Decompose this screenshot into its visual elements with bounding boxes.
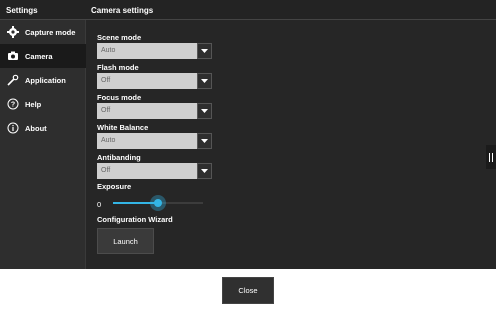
white-balance-label: White Balance: [97, 123, 149, 132]
drawer-handle[interactable]: [486, 145, 496, 169]
sidebar-item-about[interactable]: About: [0, 116, 86, 140]
gear-icon: [6, 25, 20, 39]
launch-button[interactable]: Launch: [97, 228, 154, 254]
exposure-value: 0: [97, 200, 102, 209]
camera-icon: [6, 49, 20, 63]
exposure-slider-thumb[interactable]: [150, 195, 166, 211]
scene-mode-select[interactable]: Auto: [97, 43, 212, 59]
focus-mode-label: Focus mode: [97, 93, 142, 102]
close-button[interactable]: Close: [222, 277, 274, 304]
chevron-down-icon: [197, 43, 212, 59]
scene-mode-value: Auto: [101, 47, 116, 54]
chevron-down-icon: [197, 133, 212, 149]
antibanding-select[interactable]: Off: [97, 163, 212, 179]
sidebar-item-label: Help: [25, 99, 42, 109]
settings-window: Settings Camera settings Capture mode Ca…: [0, 0, 496, 269]
handle-grip-icon: [488, 152, 491, 162]
sidebar-item-label: Capture mode: [25, 27, 76, 37]
sidebar-item-help[interactable]: ? Help: [0, 92, 86, 116]
info-icon: [6, 121, 20, 135]
flash-mode-value: Off: [101, 77, 111, 84]
chevron-down-icon: [197, 73, 212, 89]
camera-settings-panel: Scene mode Auto Flash mode Off Focus mod…: [86, 20, 496, 269]
sidebar: Capture mode Camera Application ? Help A…: [0, 20, 86, 269]
svg-text:?: ?: [11, 102, 15, 109]
sidebar-item-capture-mode[interactable]: Capture mode: [0, 20, 86, 44]
antibanding-value: Off: [101, 167, 111, 174]
focus-mode-select[interactable]: Off: [97, 103, 212, 119]
help-icon: ?: [6, 97, 20, 111]
sidebar-item-label: Camera: [25, 51, 53, 61]
page-title: Camera settings: [86, 0, 496, 20]
configuration-wizard-label: Configuration Wizard: [97, 215, 173, 224]
focus-mode-value: Off: [101, 107, 111, 114]
exposure-label: Exposure: [97, 182, 132, 191]
white-balance-value: Auto: [101, 137, 116, 144]
scene-mode-label: Scene mode: [97, 33, 142, 42]
sidebar-item-application[interactable]: Application: [0, 68, 86, 92]
wrench-icon: [6, 73, 20, 87]
chevron-down-icon: [197, 163, 212, 179]
antibanding-label: Antibanding: [97, 153, 141, 162]
white-balance-select[interactable]: Auto: [97, 133, 212, 149]
sidebar-item-camera[interactable]: Camera: [0, 44, 86, 68]
sidebar-title: Settings: [0, 0, 86, 20]
sidebar-item-label: Application: [25, 75, 66, 85]
sidebar-item-label: About: [25, 123, 47, 133]
chevron-down-icon: [197, 103, 212, 119]
flash-mode-label: Flash mode: [97, 63, 139, 72]
flash-mode-select[interactable]: Off: [97, 73, 212, 89]
